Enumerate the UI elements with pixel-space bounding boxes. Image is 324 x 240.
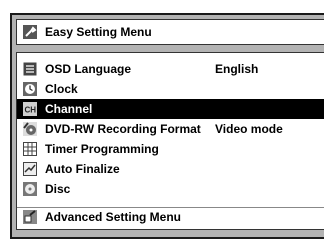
menu-item-value: Video mode [215,122,283,136]
menu-item-disc[interactable]: Disc [17,179,324,199]
wrench-icon [23,25,37,39]
advanced-settings-icon [23,210,37,224]
document-icon [23,62,37,76]
menu-item-label: Timer Programming [45,142,159,156]
finalize-icon [23,162,37,176]
menu-item-label: Disc [45,182,71,196]
menu-item-timer-programming[interactable]: Timer Programming [17,139,324,159]
menu-item-label: Channel [45,102,93,116]
menu-frame: Easy Setting Menu OSD Language English C… [10,13,324,239]
menu-item-label: Clock [45,82,78,96]
disc-recording-icon [23,122,37,136]
svg-text:CH: CH [25,106,37,115]
menu-item-clock[interactable]: Clock [17,79,324,99]
disc-icon [23,182,37,196]
menu-item-label: Advanced Setting Menu [45,210,182,224]
menu-item-osd-language[interactable]: OSD Language English [17,59,324,79]
menu-item-auto-finalize[interactable]: Auto Finalize [17,159,324,179]
clock-icon [23,82,37,96]
menu-item-label: DVD-RW Recording Format [45,122,201,136]
settings-list: OSD Language English Clock CH Channel DV… [16,52,324,230]
menu-item-channel[interactable]: CH Channel [17,99,324,119]
menu-title: Easy Setting Menu [45,25,152,39]
grid-icon [23,142,37,156]
menu-item-label: OSD Language [45,62,132,76]
channel-icon: CH [23,102,37,116]
menu-item-dvd-rw-recording-format[interactable]: DVD-RW Recording Format Video mode [17,119,324,139]
menu-item-advanced-setting-menu[interactable]: Advanced Setting Menu [17,207,324,227]
menu-item-value: English [215,62,259,76]
title-bar: Easy Setting Menu [16,19,324,45]
menu-item-label: Auto Finalize [45,162,120,176]
